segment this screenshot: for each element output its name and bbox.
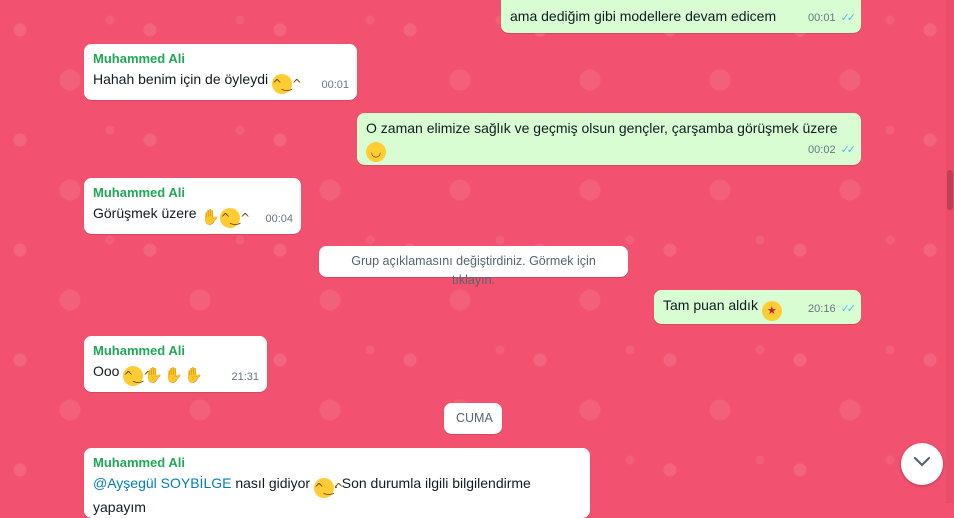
message-meta: 21:31 <box>231 368 259 387</box>
message-outgoing[interactable]: ama dediğim gibi modellere devam edicem … <box>501 0 861 33</box>
double-check-icon: ✓✓ <box>840 12 857 24</box>
date-divider: CUMA <box>444 403 502 434</box>
partying-face-icon: ★ <box>761 301 782 321</box>
sender-name[interactable]: Muhammed Ali <box>93 452 581 474</box>
message-text: ama dediğim gibi modellere devam edicem <box>510 8 777 24</box>
message-meta: 00:01 <box>321 76 349 95</box>
message-meta: 20:16 ✓✓ <box>808 300 857 319</box>
mention-link[interactable]: @Ayşegül SOYBİLGE <box>93 475 231 491</box>
scroll-to-bottom-button[interactable] <box>901 443 943 485</box>
grinning-face-icon: ^‿^ <box>123 366 153 386</box>
clapping-hands-icon: ✋ <box>144 366 163 384</box>
sender-name[interactable]: Muhammed Ali <box>93 340 258 362</box>
message-text: Hahah benim için de öyleydi ^‿^ <box>93 70 348 94</box>
system-notice-group-description[interactable]: Grup açıklamasını değiştirdiniz. Görmek … <box>319 246 628 287</box>
sender-name[interactable]: Muhammed Ali <box>93 182 292 204</box>
clapping-hands-icon: ✋ <box>184 366 203 384</box>
scrollbar[interactable] <box>946 0 954 503</box>
message-text: Görüşmek üzere ✋^‿^ <box>93 205 251 228</box>
message-text: @Ayşegül SOYBİLGE nasıl gidiyor ^‿^. Son… <box>93 475 531 515</box>
message-time: 20:16 <box>808 303 836 315</box>
message-incoming[interactable]: Muhammed Ali @Ayşegül SOYBİLGE nasıl gid… <box>84 448 590 518</box>
message-outgoing[interactable]: O zaman elimize sağlık ve geçmiş olsun g… <box>357 113 861 165</box>
message-time: 00:02 <box>808 144 836 156</box>
grinning-face-icon: ^‿^ <box>220 208 250 228</box>
message-time: 00:04 <box>265 213 293 225</box>
grinning-face-icon: ^‿^ <box>272 74 302 94</box>
message-outgoing[interactable]: Tam puan aldık ★ 20:16 ✓✓ <box>654 290 861 324</box>
grinning-face-icon: ^‿^ <box>313 478 344 498</box>
scrollbar-thumb[interactable] <box>947 170 953 210</box>
message-meta: 00:04 <box>265 210 293 229</box>
message-meta: 00:01 ✓✓ <box>808 9 857 28</box>
message-time: 00:01 <box>808 12 836 24</box>
message-time: 21:31 <box>231 371 259 383</box>
double-check-icon: ✓✓ <box>840 303 857 315</box>
message-incoming[interactable]: Muhammed Ali Görüşmek üzere ✋^‿^ 00:04 <box>84 178 301 234</box>
double-check-icon: ✓✓ <box>840 144 857 156</box>
message-meta: 00:02 ✓✓ <box>808 141 857 160</box>
smiling-face-icon: ◡ <box>366 142 386 162</box>
message-time: 00:01 <box>321 79 349 91</box>
raised-hand-icon: ✋ <box>201 208 220 226</box>
message-text: O zaman elimize sağlık ve geçmiş olsun g… <box>366 120 838 136</box>
clapping-hands-icon: ✋ <box>164 366 183 384</box>
message-incoming[interactable]: Muhammed Ali Ooo ^‿^✋✋✋ 21:31 <box>84 336 267 392</box>
message-incoming[interactable]: Muhammed Ali Hahah benim için de öyleydi… <box>84 44 357 100</box>
chevron-down-icon <box>913 455 931 473</box>
sender-name[interactable]: Muhammed Ali <box>93 48 348 70</box>
